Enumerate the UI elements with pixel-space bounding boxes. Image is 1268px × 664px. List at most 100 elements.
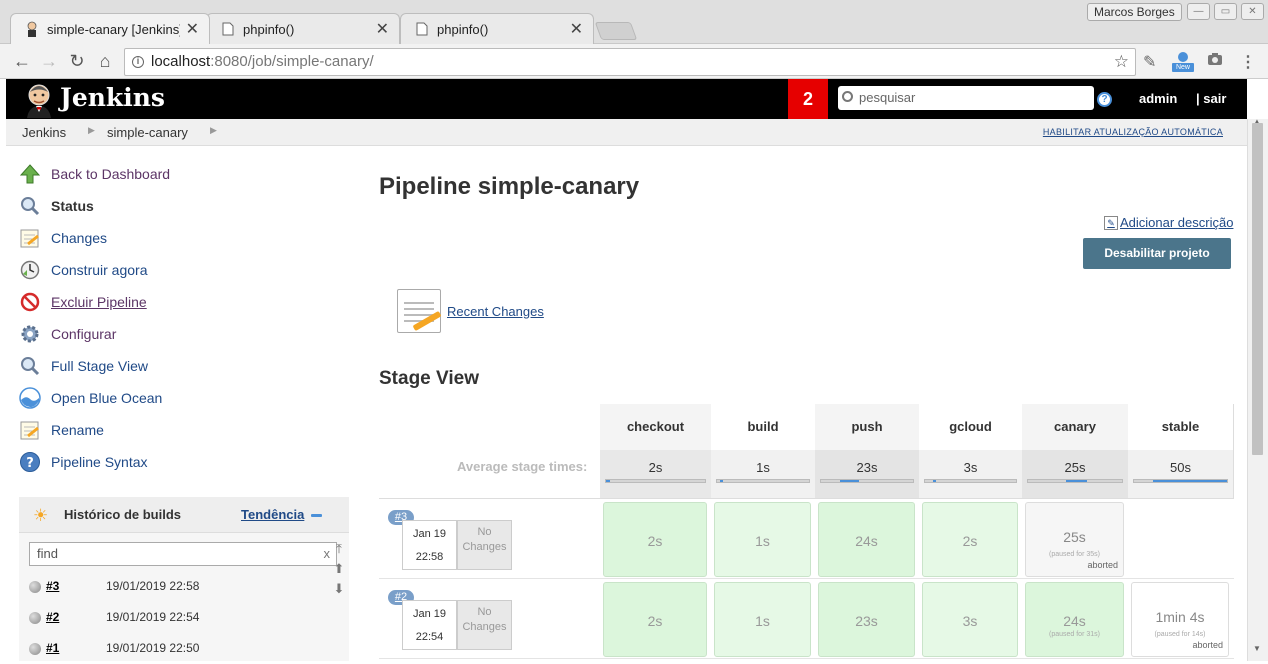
stage-cell-push[interactable]: 24s — [818, 502, 915, 577]
add-description-link[interactable]: ✎ Adicionar descrição — [1104, 215, 1233, 230]
run-date: Jan 19 — [412, 608, 447, 620]
svg-text:?: ? — [26, 456, 34, 471]
collapse-icon[interactable] — [311, 514, 322, 517]
disable-project-button[interactable]: Desabilitar projeto — [1083, 238, 1231, 269]
build-number-link[interactable]: #2 — [46, 610, 59, 624]
build-date-link[interactable]: 19/01/2019 22:58 — [106, 579, 199, 593]
build-date-link[interactable]: 19/01/2019 22:50 — [106, 641, 199, 655]
average-progress-fill — [840, 480, 860, 482]
search-input[interactable]: pesquisar — [838, 86, 1094, 110]
extension-new-icon[interactable]: New — [1172, 50, 1194, 74]
stage-header-gcloud: gcloud — [919, 404, 1022, 450]
scroll-down-icon[interactable]: ▼ — [1253, 644, 1261, 653]
help-icon: ? — [18, 450, 42, 474]
notification-badge[interactable]: 2 — [788, 79, 828, 119]
page-down-icon[interactable]: ⬇ — [331, 581, 347, 601]
logout-link[interactable]: | sair — [1196, 91, 1226, 106]
reload-icon[interactable]: ↻ — [66, 51, 88, 71]
new-tab-button[interactable] — [594, 22, 638, 40]
stage-view-title: Stage View — [379, 368, 479, 389]
forward-icon[interactable]: → — [38, 51, 60, 71]
stage-cell-gcloud[interactable]: 2s — [922, 502, 1018, 577]
sun-icon: ☀ — [33, 506, 49, 525]
stage-cell-canary[interactable]: 25s (paused for 35s) aborted — [1025, 502, 1124, 577]
task-open-blue-ocean[interactable]: Open Blue Ocean — [18, 384, 162, 412]
close-window-icon[interactable]: ✕ — [1241, 3, 1264, 20]
enable-auto-refresh-link[interactable]: HABILITAR ATUALIZAÇÃO AUTOMÁTICA — [1043, 127, 1223, 137]
stage-cell-canary[interactable]: 24s (paused for 31s) — [1025, 582, 1124, 657]
task-full-stage-view[interactable]: Full Stage View — [18, 352, 148, 380]
stage-cell-checkout[interactable]: 2s — [603, 582, 707, 657]
task-changes[interactable]: Changes — [18, 224, 107, 252]
chevron-right-icon[interactable]: ▶ — [210, 125, 217, 136]
edit-icon: ✎ — [1104, 215, 1118, 230]
tab-phpinfo-2[interactable]: phpinfo() ✕ — [400, 13, 594, 44]
bookmark-star-icon[interactable]: ☆ — [1114, 49, 1129, 75]
task-build-now[interactable]: Construir agora — [18, 256, 148, 284]
task-label: Pipeline Syntax — [51, 454, 148, 470]
search-placeholder: pesquisar — [859, 90, 916, 105]
stage-cell-build[interactable]: 1s — [714, 502, 811, 577]
info-icon[interactable]: i — [132, 56, 144, 68]
jenkins-butler-icon[interactable] — [22, 82, 56, 118]
task-back-to-dashboard[interactable]: Back to Dashboard — [18, 160, 170, 188]
stage-cell-checkout[interactable]: 2s — [603, 502, 707, 577]
browser-tab-strip: simple-canary [Jenkins] ✕ phpinfo() ✕ ph… — [0, 0, 1268, 44]
clear-icon[interactable]: x — [324, 543, 331, 565]
menu-kebab-icon[interactable]: ⋮ — [1240, 52, 1256, 72]
build-history-header: ☀ Histórico de builds Tendência — [19, 497, 349, 533]
recent-changes[interactable]: Recent Changes — [397, 289, 544, 333]
gear-icon — [18, 322, 42, 346]
average-progress-bar — [1133, 479, 1228, 483]
help-icon[interactable]: ? — [1097, 92, 1112, 107]
stage-cell-gcloud[interactable]: 3s — [922, 582, 1018, 657]
task-rename[interactable]: Rename — [18, 416, 104, 444]
recent-changes-link[interactable]: Recent Changes — [447, 304, 544, 319]
task-status[interactable]: Status — [18, 192, 94, 220]
maximize-icon[interactable]: ▭ — [1214, 3, 1237, 20]
task-label: Back to Dashboard — [51, 166, 171, 182]
build-filter-input[interactable]: find x — [29, 542, 337, 566]
breadcrumb-jenkins[interactable]: Jenkins — [22, 125, 66, 140]
task-label: Full Stage View — [51, 358, 149, 374]
tab-close-icon[interactable]: ✕ — [186, 19, 199, 39]
page-scrollbar[interactable]: ▲ ▼ — [1247, 117, 1268, 661]
breadcrumb: Jenkins ▶ simple-canary ▶ HABILITAR ATUA… — [6, 119, 1247, 146]
breadcrumb-simple-canary[interactable]: simple-canary — [107, 125, 188, 140]
tab-phpinfo-1[interactable]: phpinfo() ✕ — [206, 13, 400, 44]
average-time: 25s — [1064, 460, 1086, 475]
run-date: Jan 19 — [412, 528, 447, 540]
stage-cell-stable[interactable]: 1min 4s (paused for 14s) aborted — [1131, 582, 1229, 657]
build-row: #2 19/01/2019 22:54 — [19, 603, 349, 633]
back-icon[interactable]: ← — [11, 51, 33, 71]
minimize-icon[interactable]: — — [1187, 3, 1210, 20]
jenkins-logo-text[interactable]: Jenkins — [60, 83, 165, 112]
page-up-icon[interactable]: ⬆ — [331, 561, 347, 581]
task-pipeline-syntax[interactable]: ? Pipeline Syntax — [18, 448, 148, 476]
page-first-icon[interactable]: ⤒ — [331, 541, 347, 561]
average-time: 2s — [648, 460, 663, 475]
build-number-link[interactable]: #1 — [46, 641, 59, 655]
stage-cell-build[interactable]: 1s — [714, 582, 811, 657]
address-bar[interactable]: i localhost:8080/job/simple-canary/ ☆ — [124, 48, 1136, 76]
tab-close-icon[interactable]: ✕ — [376, 19, 389, 39]
stage-header-stable: stable — [1128, 404, 1233, 450]
tab-simple-canary[interactable]: simple-canary [Jenkins] ✕ — [10, 13, 210, 44]
build-date-link[interactable]: 19/01/2019 22:54 — [106, 610, 199, 624]
build-number-link[interactable]: #3 — [46, 579, 59, 593]
average-progress-bar — [716, 479, 810, 483]
user-link[interactable]: admin — [1139, 91, 1177, 106]
home-icon[interactable]: ⌂ — [94, 51, 116, 71]
chevron-right-icon[interactable]: ▶ — [88, 125, 95, 136]
scrollbar-thumb[interactable] — [1252, 123, 1263, 455]
clock-icon — [18, 258, 42, 282]
profile-name[interactable]: Marcos Borges — [1087, 3, 1182, 21]
stage-cell-push[interactable]: 23s — [818, 582, 915, 657]
camera-icon[interactable] — [1207, 52, 1223, 71]
task-delete-pipeline[interactable]: Excluir Pipeline — [18, 288, 147, 316]
tab-close-icon[interactable]: ✕ — [570, 19, 583, 39]
trend-link[interactable]: Tendência — [241, 507, 304, 522]
dropper-icon[interactable]: ✎ — [1143, 52, 1156, 72]
task-configure[interactable]: Configurar — [18, 320, 116, 348]
magnifier-icon — [18, 354, 42, 378]
